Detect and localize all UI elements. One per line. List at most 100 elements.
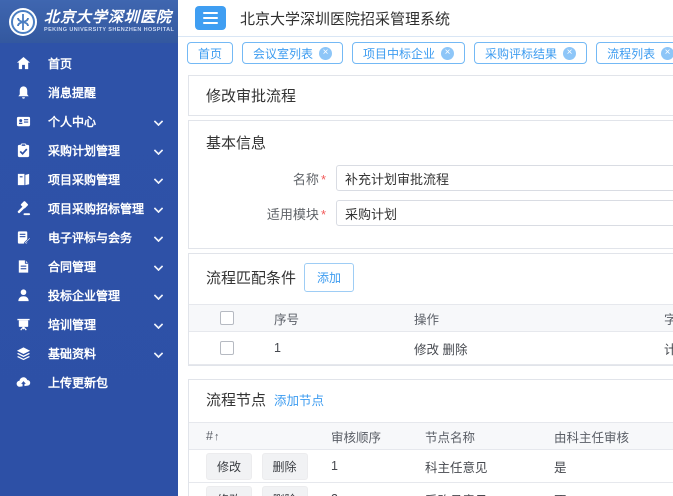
sidebar-item-personal-center[interactable]: 个人中心 [0, 107, 178, 136]
main-area: 北京大学深圳医院招采管理系统 首页 会议室列表 × 项目中标企业 × 采购评标结… [178, 0, 673, 496]
close-icon[interactable]: × [563, 47, 576, 60]
chevron-down-icon [154, 146, 164, 156]
process-nodes-table: #↑ 审核顺序 节点名称 由科主任审核 修改 删除 1 科主任意见 [189, 422, 673, 496]
delete-link[interactable]: 删除 [443, 343, 468, 357]
tab-evaluation-results[interactable]: 采购评标结果 × [474, 42, 587, 64]
sidebar-item-home[interactable]: 首页 [0, 49, 178, 78]
applicable-module-field[interactable] [336, 200, 673, 226]
document-edit-icon [15, 230, 31, 246]
chevron-down-icon [154, 117, 164, 127]
seq-cell: 1 [264, 332, 404, 365]
order-cell: 1 [314, 450, 408, 483]
hospital-logo: 北京大学深圳医院 PEKING UNIVERSITY SHENZHEN HOSP… [0, 0, 178, 43]
chevron-down-icon [154, 320, 164, 330]
add-node-link[interactable]: 添加节点 [274, 390, 324, 409]
sidebar-item-bidder-management[interactable]: 投标企业管理 [0, 281, 178, 310]
close-icon[interactable]: × [319, 47, 332, 60]
sidebar-menu: 首页 消息提醒 个人中心 采购计划管理 项目采购管理 [0, 49, 178, 397]
required-mark: * [321, 207, 326, 222]
clipboard-check-icon [15, 143, 31, 159]
sidebar-item-project-procurement[interactable]: 项目采购管理 [0, 165, 178, 194]
node-name-cell: 采购员意见 [408, 483, 537, 496]
dept-review-cell: 是 [537, 450, 673, 483]
chevron-down-icon [154, 175, 164, 185]
layers-icon [15, 346, 31, 362]
table-row: 修改 删除 2 采购员意见 否 [189, 483, 673, 496]
hospital-emblem-icon [8, 7, 38, 37]
tab-process-list[interactable]: 流程列表 × [596, 42, 673, 64]
sidebar-item-label: 合同管理 [48, 258, 96, 275]
tab-home[interactable]: 首页 [187, 42, 233, 64]
column-header-name: 节点名称 [408, 423, 537, 450]
tab-label: 会议室列表 [253, 45, 313, 62]
sidebar-item-bidding-management[interactable]: 项目采购招标管理 [0, 194, 178, 223]
dept-review-cell: 否 [537, 483, 673, 496]
tab-label: 流程列表 [607, 45, 655, 62]
chevron-down-icon [154, 291, 164, 301]
gavel-icon [15, 201, 31, 217]
id-card-icon [15, 114, 31, 130]
tab-bar: 首页 会议室列表 × 项目中标企业 × 采购评标结果 × 流程列表 × 流程 × [178, 37, 673, 65]
name-field[interactable] [336, 165, 673, 191]
home-icon [15, 56, 31, 72]
table-row: 1 修改 删除 计 [189, 332, 673, 365]
name-field-label: 名称* [189, 169, 326, 188]
tab-meeting-room-list[interactable]: 会议室列表 × [242, 42, 343, 64]
sidebar-item-messages[interactable]: 消息提醒 [0, 78, 178, 107]
edit-button[interactable]: 修改 [206, 486, 252, 496]
sidebar-item-label: 投标企业管理 [48, 287, 120, 304]
match-conditions-table: 序号 操作 字 1 修改 删除 计 [189, 304, 673, 365]
sidebar-item-label: 个人中心 [48, 113, 96, 130]
hamburger-menu-button[interactable] [195, 6, 226, 30]
edit-button[interactable]: 修改 [206, 453, 252, 480]
process-nodes-section: 流程节点 添加节点 #↑ 审核顺序 节点名称 由科主任审核 修改 [188, 379, 673, 496]
chevron-down-icon [154, 262, 164, 272]
edit-link[interactable]: 修改 [414, 343, 439, 357]
required-mark: * [321, 172, 326, 187]
delete-button[interactable]: 删除 [262, 453, 308, 480]
column-header-index[interactable]: #↑ [189, 423, 314, 450]
column-header-action: 操作 [404, 305, 654, 332]
sidebar-item-label: 首页 [48, 55, 72, 72]
book-icon [15, 172, 31, 188]
sidebar-item-procurement-plan[interactable]: 采购计划管理 [0, 136, 178, 165]
tab-label: 首页 [198, 45, 222, 62]
column-header-seq: 序号 [264, 305, 404, 332]
sidebar-item-contract-management[interactable]: 合同管理 [0, 252, 178, 281]
match-conditions-section: 流程匹配条件 添加 序号 操作 字 1 修改 [188, 253, 673, 366]
contract-icon [15, 259, 31, 275]
sidebar-item-label: 消息提醒 [48, 84, 96, 101]
row-checkbox[interactable] [220, 341, 234, 355]
section-title-process-nodes: 流程节点 [206, 389, 266, 410]
sidebar-item-label: 培训管理 [48, 316, 96, 333]
presentation-icon [15, 317, 31, 333]
section-title-match-conditions: 流程匹配条件 [206, 267, 296, 288]
hospital-name-cn: 北京大学深圳医院 [44, 10, 174, 25]
user-icon [15, 288, 31, 304]
table-row: 修改 删除 1 科主任意见 是 [189, 450, 673, 483]
sidebar-item-label: 采购计划管理 [48, 142, 120, 159]
tab-label: 项目中标企业 [363, 45, 435, 62]
tab-winning-bidders[interactable]: 项目中标企业 × [352, 42, 465, 64]
node-name-cell: 科主任意见 [408, 450, 537, 483]
bell-icon [15, 85, 31, 101]
close-icon[interactable]: × [441, 47, 454, 60]
hospital-name-en: PEKING UNIVERSITY SHENZHEN HOSPITAL [44, 28, 174, 34]
page-content: 修改审批流程 基本信息 名称* 适用模块* 流程匹配条件 添加 [178, 65, 673, 496]
delete-button[interactable]: 删除 [262, 486, 308, 496]
app-title: 北京大学深圳医院招采管理系统 [240, 8, 450, 29]
sidebar-item-e-evaluation[interactable]: 电子评标与会务 [0, 223, 178, 252]
sidebar-item-upload-package[interactable]: 上传更新包 [0, 368, 178, 397]
column-header-dept-review: 由科主任审核 [537, 423, 673, 450]
close-icon[interactable]: × [661, 47, 673, 60]
basic-info-section: 基本信息 名称* 适用模块* [188, 120, 673, 249]
module-field-label: 适用模块* [189, 204, 326, 223]
top-bar: 北京大学深圳医院招采管理系统 [178, 0, 673, 37]
sidebar-item-basic-data[interactable]: 基础资料 [0, 339, 178, 368]
sidebar-item-training-management[interactable]: 培训管理 [0, 310, 178, 339]
cloud-upload-icon [15, 375, 31, 391]
add-condition-button[interactable]: 添加 [304, 263, 354, 292]
select-all-checkbox[interactable] [220, 311, 234, 325]
column-header-order: 审核顺序 [314, 423, 408, 450]
tab-label: 采购评标结果 [485, 45, 557, 62]
